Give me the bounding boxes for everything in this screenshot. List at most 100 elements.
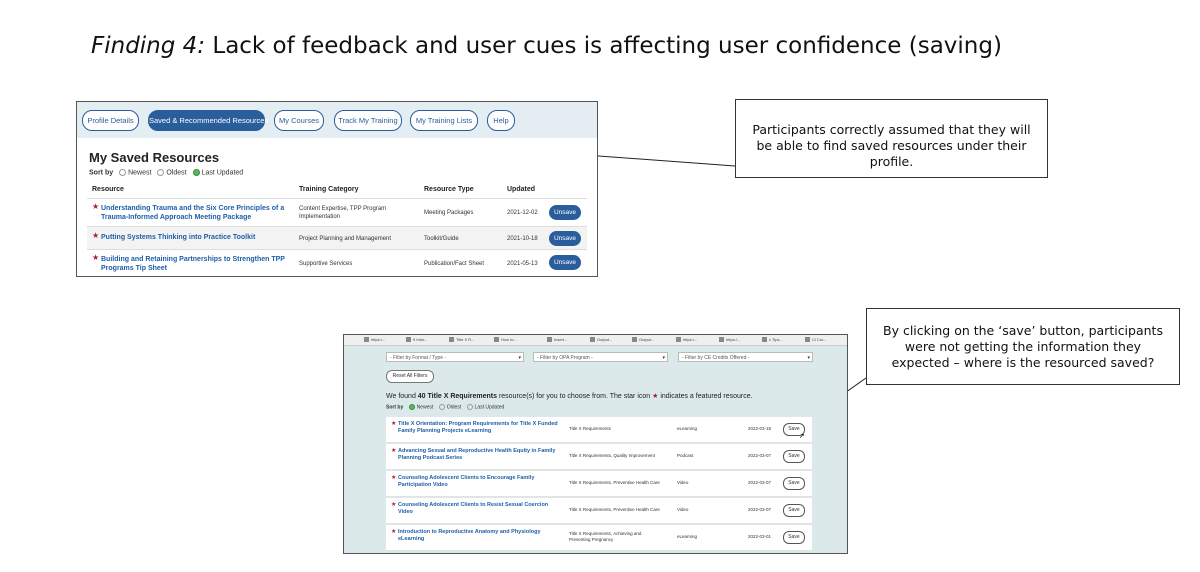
sort-option-newest[interactable]: Newest bbox=[128, 169, 151, 176]
result-title-link[interactable]: Advancing Sexual and Reproductive Health… bbox=[398, 448, 558, 462]
browser-tab-label: Title X R... bbox=[456, 337, 475, 342]
result-category: Title X Requirements, Preventive Health … bbox=[569, 480, 660, 485]
unsave-button[interactable]: Unsave bbox=[549, 205, 581, 220]
column-header-training-category: Training Category bbox=[299, 186, 359, 193]
favicon-icon bbox=[676, 337, 681, 343]
result-card: ★ Advancing Sexual and Reproductive Heal… bbox=[386, 444, 812, 470]
unsave-button[interactable]: Unsave bbox=[549, 255, 581, 270]
result-date: 2022-03-01 bbox=[748, 534, 772, 539]
browser-tab-label: Output... bbox=[597, 337, 613, 342]
filter-opa-program-select[interactable]: - Filter by OPA Program - ▾ bbox=[533, 352, 668, 362]
browser-tab-label: x Tips... bbox=[769, 337, 783, 342]
favicon-icon bbox=[494, 337, 499, 343]
browser-tab[interactable]: https:/... bbox=[676, 336, 697, 344]
sort-option-oldest[interactable]: Oldest bbox=[166, 169, 186, 176]
result-card: ★ Counseling Adolescent Clients to Resis… bbox=[386, 498, 812, 524]
favicon-icon bbox=[406, 337, 411, 343]
sort-last-updated-radio[interactable] bbox=[466, 404, 473, 410]
result-type: eLearning bbox=[677, 426, 698, 431]
sort-oldest-radio[interactable] bbox=[157, 169, 165, 176]
save-button[interactable]: Save bbox=[783, 477, 805, 490]
sort-option-last-updated[interactable]: Last Updated bbox=[202, 169, 244, 176]
browser-tab-label: https:/... bbox=[726, 337, 741, 342]
result-card: ★ Introduction to Reproductive Anatomy a… bbox=[386, 525, 812, 551]
browser-tab[interactable]: https:/... bbox=[719, 336, 740, 344]
result-type: Video bbox=[677, 507, 689, 512]
result-title-link[interactable]: Title X Orientation: Program Requirement… bbox=[398, 421, 558, 435]
resource-type: Meeting Packages bbox=[424, 210, 474, 216]
sort-option-oldest[interactable]: Oldest bbox=[447, 404, 461, 410]
result-card: ★ Counseling Adolescent Clients to Encou… bbox=[386, 471, 812, 497]
results-summary: We found 40 Title X Requirements resourc… bbox=[386, 392, 753, 400]
featured-star-icon: ★ bbox=[391, 421, 397, 427]
sort-option-newest[interactable]: Newest bbox=[417, 404, 434, 410]
search-results-screenshot: https:/... 9 Infor... Title X R... How t… bbox=[343, 334, 848, 554]
favicon-icon bbox=[805, 337, 810, 343]
result-title-link[interactable]: Introduction to Reproductive Anatomy and… bbox=[398, 529, 558, 543]
browser-tab-label: https:/... bbox=[683, 337, 698, 342]
save-button[interactable]: Save bbox=[783, 531, 805, 544]
browser-tab[interactable]: Output... bbox=[590, 336, 612, 344]
filter-ce-credits-value: - Filter by CE Credits Offered - bbox=[682, 355, 750, 361]
save-button[interactable]: Save bbox=[783, 450, 805, 463]
sort-option-last-updated[interactable]: Last Updated bbox=[475, 404, 505, 410]
result-date: 2022-03-07 bbox=[748, 507, 772, 512]
sort-last-updated-radio[interactable] bbox=[192, 169, 200, 176]
sort-options: Sort by Newest Oldest Last Updated bbox=[89, 169, 243, 176]
updated-date: 2021-05-13 bbox=[507, 261, 538, 267]
resource-title-link[interactable]: Building and Retaining Partnerships to S… bbox=[101, 255, 291, 273]
result-title-link[interactable]: Counseling Adolescent Clients to Encoura… bbox=[398, 475, 558, 489]
column-header-resource-type: Resource Type bbox=[424, 186, 474, 193]
sort-label: Sort by bbox=[89, 169, 114, 177]
browser-tab[interactable]: https:/... bbox=[364, 336, 385, 344]
featured-star-icon: ★ bbox=[391, 475, 397, 481]
browser-tab[interactable]: Title X R... bbox=[449, 336, 475, 344]
browser-tab[interactable]: How to... bbox=[494, 336, 517, 344]
result-type: eLearning bbox=[677, 534, 698, 539]
sort-oldest-radio[interactable] bbox=[438, 404, 445, 410]
result-title-link[interactable]: Counseling Adolescent Clients to Resist … bbox=[398, 502, 558, 516]
favicon-icon bbox=[719, 337, 724, 343]
tab-my-courses[interactable]: My Courses bbox=[274, 110, 324, 131]
result-category: Title X Requirements, Quality Improvemen… bbox=[569, 453, 655, 458]
browser-tab-label: Output... bbox=[639, 337, 655, 342]
callout-profile-finding: Participants correctly assumed that they… bbox=[735, 99, 1048, 178]
resource-title-link[interactable]: Understanding Trauma and the Six Core Pr… bbox=[101, 204, 291, 222]
training-category: Supportive Services bbox=[299, 261, 353, 267]
browser-tab[interactable]: Insert... bbox=[547, 336, 567, 344]
filter-format-type-select[interactable]: - Filter by Format / Type - ▾ bbox=[386, 352, 524, 362]
updated-date: 2021-10-18 bbox=[507, 236, 538, 242]
column-header-resource: Resource bbox=[92, 186, 124, 193]
reset-filters-button[interactable]: Reset All Filters bbox=[386, 370, 434, 383]
sort-newest-radio[interactable] bbox=[119, 169, 127, 176]
table-row: ★ Putting Systems Thinking into Practice… bbox=[87, 227, 587, 249]
resource-title-link[interactable]: Putting Systems Thinking into Practice T… bbox=[101, 233, 291, 242]
unsave-button[interactable]: Unsave bbox=[549, 231, 581, 246]
tab-help[interactable]: Help bbox=[487, 110, 515, 131]
browser-tab[interactable]: x Tips... bbox=[762, 336, 783, 344]
tab-profile-details[interactable]: Profile Details bbox=[82, 110, 139, 131]
browser-tab[interactable]: Cl Cor... bbox=[805, 336, 826, 344]
tab-track-my-training[interactable]: Track My Training bbox=[334, 110, 402, 131]
sort-newest-radio[interactable] bbox=[408, 404, 415, 410]
result-card: ★ Title X Orientation: Program Requireme… bbox=[386, 417, 812, 443]
favicon-icon bbox=[762, 337, 767, 343]
results-count: 40 Title X Requirements bbox=[417, 393, 498, 400]
tab-my-training-lists[interactable]: My Training Lists bbox=[410, 110, 478, 131]
result-category: Title X Requirements bbox=[569, 426, 611, 431]
filter-ce-credits-select[interactable]: - Filter by CE Credits Offered - ▾ bbox=[678, 352, 813, 362]
result-date: 2022-03-18 bbox=[748, 426, 772, 431]
result-type: Video bbox=[677, 480, 689, 485]
browser-tab-strip: https:/... 9 Infor... Title X R... How t… bbox=[344, 335, 847, 346]
browser-tab-label: https:/... bbox=[371, 337, 386, 342]
filter-opa-program-value: - Filter by OPA Program - bbox=[537, 355, 593, 361]
save-button[interactable]: Save bbox=[783, 504, 805, 517]
column-header-updated: Updated bbox=[507, 186, 535, 193]
browser-tab[interactable]: 9 Infor... bbox=[406, 336, 427, 344]
browser-tab[interactable]: Output... bbox=[632, 336, 654, 344]
chevron-down-icon: ▾ bbox=[807, 355, 810, 361]
favicon-icon bbox=[449, 337, 454, 343]
results-summary-pre: We found bbox=[386, 393, 418, 400]
featured-star-icon: ★ bbox=[92, 231, 100, 240]
tab-saved-recommended-resources[interactable]: Saved & Recommended Resources bbox=[148, 110, 268, 131]
